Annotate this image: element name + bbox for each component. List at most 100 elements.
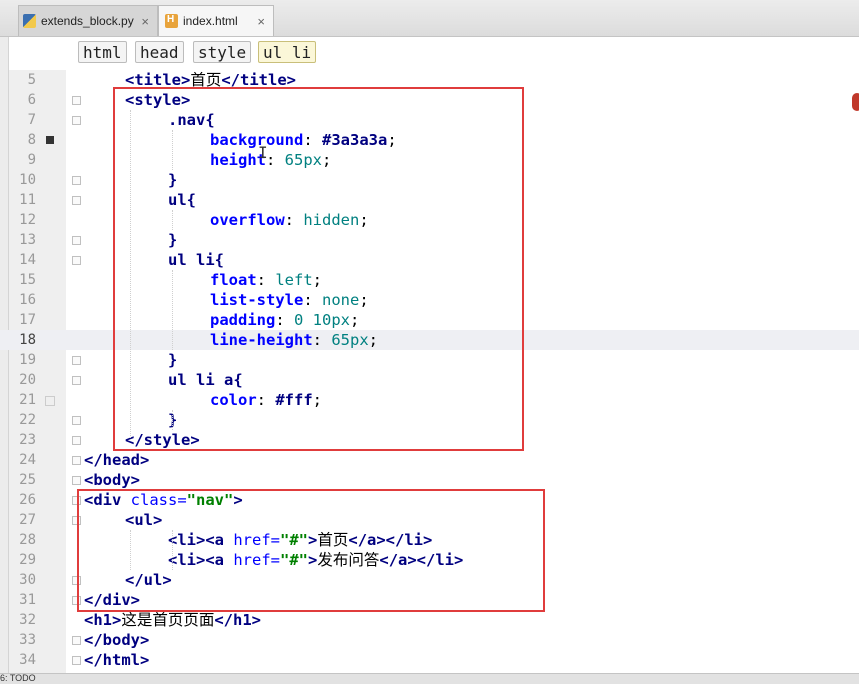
code-line[interactable]: 30 </ul> [0, 570, 859, 590]
tab-label: extends_block.py [41, 14, 134, 28]
fold-marker-icon[interactable] [72, 656, 81, 665]
breadcrumb-html[interactable]: html [78, 41, 127, 63]
code-line[interactable]: 27 <ul> [0, 510, 859, 530]
code-line[interactable]: 14 ul li{ [0, 250, 859, 270]
line-number: 19 [19, 352, 36, 368]
code-line[interactable]: 18 line-height: 65px; [0, 330, 859, 350]
line-number: 7 [27, 112, 36, 128]
breadcrumb-ul-li[interactable]: ul li [258, 41, 317, 63]
line-number: 20 [19, 372, 36, 388]
fold-marker-icon[interactable] [72, 376, 81, 385]
code-line[interactable]: 13} [0, 230, 859, 250]
line-number: 13 [19, 232, 36, 248]
fold-marker-icon[interactable] [72, 416, 81, 425]
code-text: </head> [84, 451, 150, 469]
code-text: ul{ [168, 191, 196, 209]
line-number: 29 [19, 552, 36, 568]
line-number: 25 [19, 472, 36, 488]
tab-label: index.html [183, 14, 238, 28]
fold-marker-icon[interactable] [72, 356, 81, 365]
code-line[interactable]: 19} [0, 350, 859, 370]
line-number: 24 [19, 452, 36, 468]
code-line[interactable]: 23 </style> [0, 430, 859, 450]
breadcrumb-head[interactable]: head [135, 41, 184, 63]
code-line[interactable]: 16 list-style: none; [0, 290, 859, 310]
fold-marker-icon[interactable] [72, 176, 81, 185]
code-line[interactable]: 5 <title>首页</title> [0, 70, 859, 90]
todo-tool-button[interactable]: 6: TODO [0, 673, 36, 683]
code-line[interactable]: 11 ul{ [0, 190, 859, 210]
fold-marker-icon[interactable] [72, 576, 81, 585]
code-line[interactable]: 31 </div> [0, 590, 859, 610]
bookmark-icon[interactable] [45, 396, 55, 406]
breakpoint-icon[interactable] [46, 136, 54, 144]
error-indicator-icon[interactable] [852, 93, 859, 111]
code-text: </html> [84, 651, 150, 669]
code-line[interactable]: 34 </html> [0, 650, 859, 670]
html-file-icon [165, 14, 178, 28]
line-number: 12 [19, 212, 36, 228]
code-text: <title>首页</title> [125, 71, 296, 89]
indent-guide [172, 530, 173, 570]
breadcrumb-style[interactable]: style [193, 41, 252, 63]
line-number: 9 [27, 152, 36, 168]
code-text: padding: 0 10px; [210, 311, 360, 329]
code-line[interactable]: 33 </body> [0, 630, 859, 650]
line-number: 31 [19, 592, 36, 608]
fold-marker-icon[interactable] [72, 596, 81, 605]
fold-marker-icon[interactable] [72, 116, 81, 125]
python-file-icon [23, 14, 36, 28]
code-line[interactable]: 6 <style> [0, 90, 859, 110]
code-text: overflow: hidden; [210, 211, 369, 229]
tab-extends-block-py[interactable]: extends_block.py × [18, 5, 158, 36]
code-line[interactable]: 8 background: #3a3a3a; [0, 130, 859, 150]
code-line[interactable]: 29 <li><a href="#">发布问答</a></li> [0, 550, 859, 570]
line-number: 27 [19, 512, 36, 528]
code-line[interactable]: 9 height: 65px; [0, 150, 859, 170]
code-line[interactable]: 12 overflow: hidden; [0, 210, 859, 230]
close-icon[interactable]: × [257, 14, 265, 29]
fold-marker-icon[interactable] [72, 516, 81, 525]
line-number: 33 [19, 632, 36, 648]
fold-marker-icon[interactable] [72, 96, 81, 105]
code-line[interactable]: 26 <div class="nav"> [0, 490, 859, 510]
code-text: </div> [84, 591, 140, 609]
status-bar: 6: TODO [0, 673, 859, 684]
code-line[interactable]: 20 ul li a{ [0, 370, 859, 390]
fold-marker-icon[interactable] [72, 236, 81, 245]
close-icon[interactable]: × [141, 14, 149, 29]
line-number: 6 [27, 92, 36, 108]
code-line[interactable]: 32 <h1>这是首页页面</h1> [0, 610, 859, 630]
code-line[interactable]: 21 color: #fff; [0, 390, 859, 410]
fold-marker-icon[interactable] [72, 476, 81, 485]
fold-marker-icon[interactable] [72, 636, 81, 645]
indent-guide [172, 270, 173, 350]
code-line[interactable]: 24 </head> [0, 450, 859, 470]
fold-marker-icon[interactable] [72, 496, 81, 505]
indent-guide [172, 130, 173, 170]
line-number: 32 [19, 612, 36, 628]
line-number: 10 [19, 172, 36, 188]
code-line[interactable]: 17 padding: 0 10px; [0, 310, 859, 330]
code-line[interactable]: 25 <body> [0, 470, 859, 490]
fold-marker-icon[interactable] [72, 256, 81, 265]
code-line[interactable]: 10} [0, 170, 859, 190]
line-number: 14 [19, 252, 36, 268]
fold-marker-icon[interactable] [72, 456, 81, 465]
code-line[interactable]: 7 .nav{ [0, 110, 859, 130]
line-number: 5 [27, 72, 36, 88]
fold-marker-icon[interactable] [72, 196, 81, 205]
fold-marker-icon[interactable] [72, 436, 81, 445]
line-number: 23 [19, 432, 36, 448]
code-text: <ul> [125, 511, 163, 529]
indent-guide [130, 110, 131, 440]
code-line[interactable]: 28 <li><a href="#">首页</a></li> [0, 530, 859, 550]
code-text: <li><a href="#">发布问答</a></li> [168, 551, 464, 569]
code-text: <h1>这是首页页面</h1> [84, 611, 262, 629]
code-line[interactable]: 22} [0, 410, 859, 430]
line-number: 22 [19, 412, 36, 428]
tab-index-html[interactable]: index.html × [158, 5, 274, 36]
code-line[interactable]: 15 float: left; [0, 270, 859, 290]
line-number: 11 [19, 192, 36, 208]
code-text: <body> [84, 471, 140, 489]
